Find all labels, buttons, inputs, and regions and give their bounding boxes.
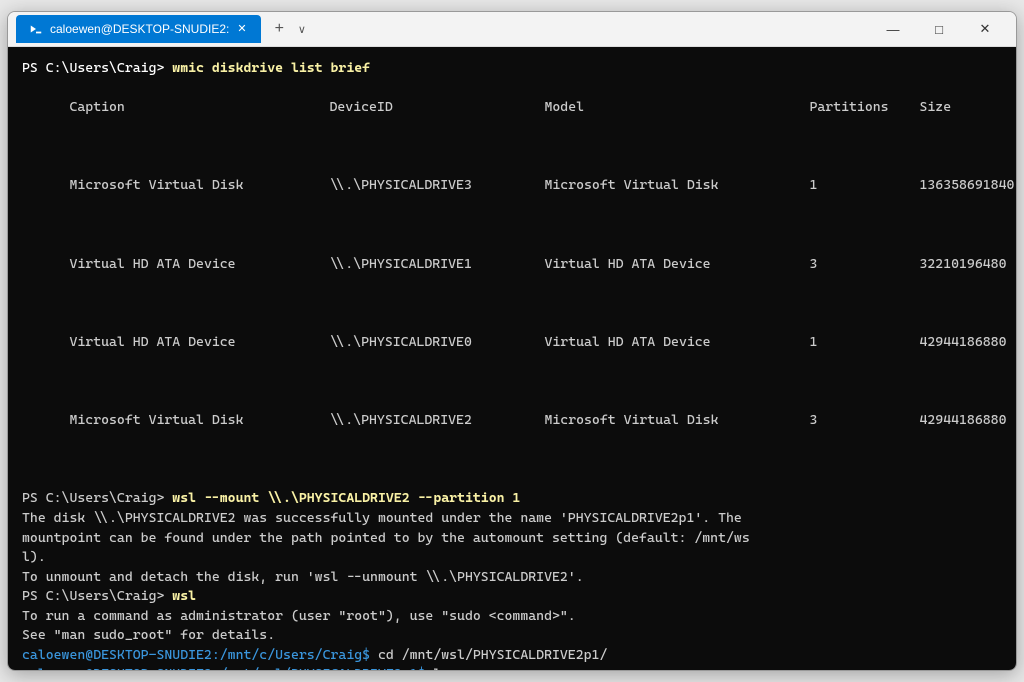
table-row-2: Virtual HD ATA Device\\.\PHYSICALDRIVE0V… — [22, 313, 1002, 372]
blank-line-4 — [22, 372, 1002, 392]
wsl-mount-line: PS C:\Users\Craig> wsl --mount \\.\PHYSI… — [22, 489, 1002, 509]
new-tab-button[interactable]: + — [269, 20, 290, 38]
terminal-content[interactable]: PS C:\Users\Craig> wmic diskdrive list b… — [8, 47, 1016, 670]
row3-deviceid: \\.\PHYSICALDRIVE2 — [329, 411, 544, 431]
row0-partitions: 1 — [809, 176, 919, 196]
row0-caption: Microsoft Virtual Disk — [69, 176, 329, 196]
table-row-1: Virtual HD ATA Device\\.\PHYSICALDRIVE1V… — [22, 235, 1002, 294]
minimize-button[interactable]: — — [870, 12, 916, 47]
row2-partitions: 1 — [809, 333, 919, 353]
blank-line-3 — [22, 294, 1002, 314]
table-row-0: Microsoft Virtual Disk\\.\PHYSICALDRIVE3… — [22, 157, 1002, 216]
wsl-cmd: wsl --mount \\.\PHYSICALDRIVE2 --partiti… — [172, 490, 520, 506]
row1-model: Virtual HD ATA Device — [544, 255, 809, 275]
bash-prompt2-line: caloewen@DESKTOP-SNUDIE2:/mnt/wsl/PHYSIC… — [22, 665, 1002, 670]
wmic-command: wmic diskdrive list brief — [172, 60, 370, 76]
row1-caption: Virtual HD ATA Device — [69, 255, 329, 275]
row2-deviceid: \\.\PHYSICALDRIVE0 — [329, 333, 544, 353]
row0-size: 136358691840 — [919, 177, 1014, 193]
wmic-command-line: PS C:\Users\Craig> wmic diskdrive list b… — [22, 59, 1002, 79]
row1-size: 32210196480 — [919, 256, 1006, 272]
table-row-3: Microsoft Virtual Disk\\.\PHYSICALDRIVE2… — [22, 392, 1002, 451]
wsl-out2: mountpoint can be found under the path p… — [22, 529, 1002, 549]
window-controls: — □ ✕ — [870, 12, 1008, 47]
row2-caption: Virtual HD ATA Device — [69, 333, 329, 353]
row0-deviceid: \\.\PHYSICALDRIVE3 — [329, 176, 544, 196]
close-button[interactable]: ✕ — [962, 12, 1008, 47]
row3-model: Microsoft Virtual Disk — [544, 411, 809, 431]
terminal-icon — [28, 21, 44, 37]
row1-partitions: 3 — [809, 255, 919, 275]
blank-line-1 — [22, 137, 1002, 157]
bash-prompt1-line: caloewen@DESKTOP-SNUDIE2:/mnt/c/Users/Cr… — [22, 646, 1002, 666]
wsl-cmd2-line: PS C:\Users\Craig> wsl — [22, 587, 1002, 607]
wsl-out6: See "man sudo_root" for details. — [22, 626, 1002, 646]
row2-model: Virtual HD ATA Device — [544, 333, 809, 353]
header-deviceid: DeviceID — [329, 98, 544, 118]
titlebar: caloewen@DESKTOP-SNUDIE2: ✕ + ∨ — □ ✕ — [8, 12, 1016, 47]
wsl-out1: The disk \\.\PHYSICALDRIVE2 was successf… — [22, 509, 1002, 529]
blank-line-2 — [22, 216, 1002, 236]
row0-model: Microsoft Virtual Disk — [544, 176, 809, 196]
row2-size: 42944186880 — [919, 334, 1006, 350]
titlebar-spacer: + ∨ — [261, 20, 870, 38]
wsl-out3: l). — [22, 548, 1002, 568]
header-caption: Caption — [69, 98, 329, 118]
table-header: CaptionDeviceIDModelPartitionsSize — [22, 79, 1002, 138]
bash-cmd2: ls — [425, 666, 449, 670]
wsl-out4: To unmount and detach the disk, run 'wsl… — [22, 568, 1002, 588]
bash-prompt2: caloewen@DESKTOP-SNUDIE2:/mnt/wsl/PHYSIC… — [22, 666, 425, 670]
header-partitions: Partitions — [809, 98, 919, 118]
row1-deviceid: \\.\PHYSICALDRIVE1 — [329, 255, 544, 275]
dropdown-button[interactable]: ∨ — [294, 23, 310, 36]
tab-close-button[interactable]: ✕ — [235, 22, 248, 37]
row3-caption: Microsoft Virtual Disk — [69, 411, 329, 431]
bash-prompt1: caloewen@DESKTOP-SNUDIE2:/mnt/c/Users/Cr… — [22, 647, 370, 663]
tab-label: caloewen@DESKTOP-SNUDIE2: — [50, 22, 229, 36]
active-tab[interactable]: caloewen@DESKTOP-SNUDIE2: ✕ — [16, 15, 261, 43]
header-size: Size — [919, 99, 951, 115]
bash-cmd1: cd /mnt/wsl/PHYSICALDRIVE2p1/ — [370, 647, 607, 663]
row3-partitions: 3 — [809, 411, 919, 431]
wsl-prompt: PS C:\Users\Craig> — [22, 490, 172, 506]
blank-line-6 — [22, 470, 1002, 490]
maximize-button[interactable]: □ — [916, 12, 962, 47]
wsl-out5: To run a command as administrator (user … — [22, 607, 1002, 627]
terminal-window: caloewen@DESKTOP-SNUDIE2: ✕ + ∨ — □ ✕ PS… — [7, 11, 1017, 671]
blank-line-5 — [22, 450, 1002, 470]
row3-size: 42944186880 — [919, 412, 1006, 428]
header-model: Model — [544, 98, 809, 118]
